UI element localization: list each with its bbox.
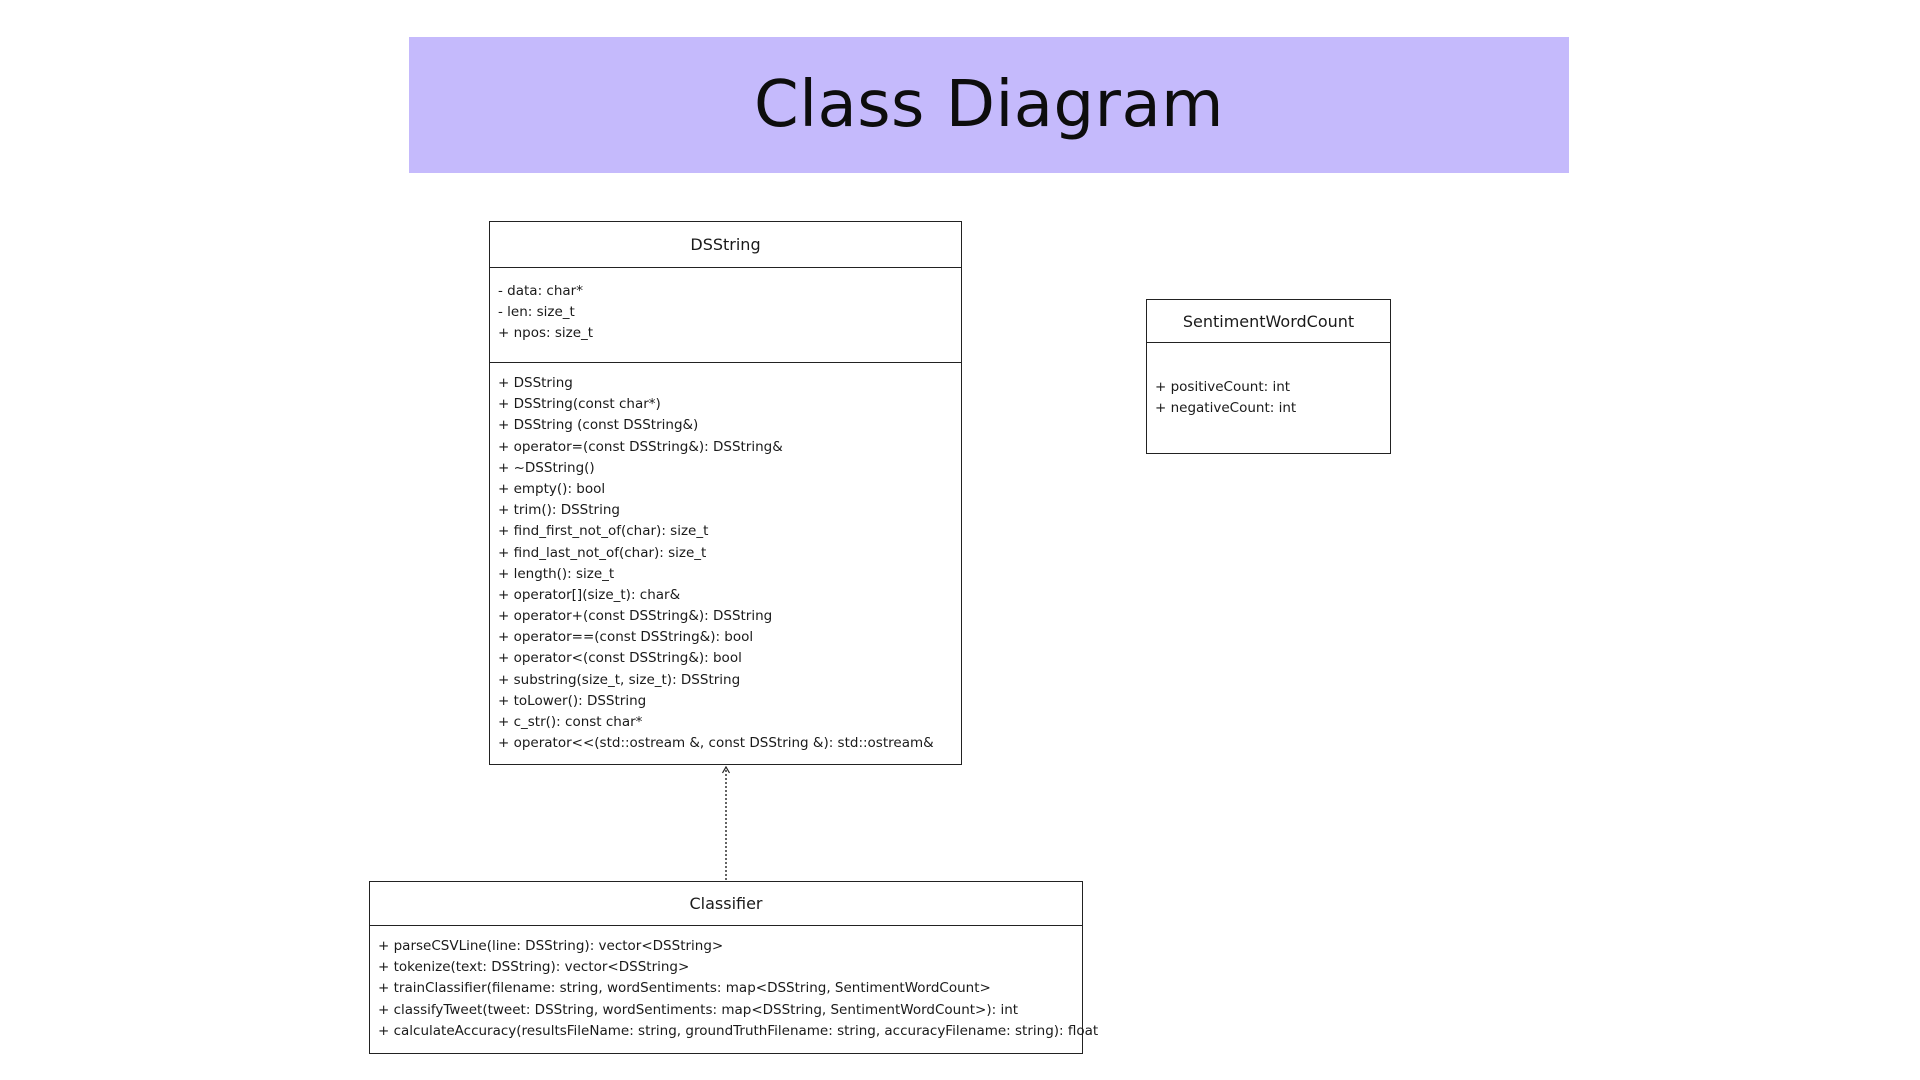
method: + trim(): DSString <box>498 502 620 519</box>
attribute: + negativeCount: int <box>1155 400 1297 417</box>
method: + operator<(const DSString&): bool <box>498 650 742 667</box>
method: + substring(size_t, size_t): DSString <box>498 671 741 688</box>
class-dsstring-name: DSString <box>490 222 961 268</box>
method: + trainClassifier(filename: string, word… <box>378 980 991 997</box>
class-classifier-methods: + parseCSVLine(line: DSString): vector<D… <box>370 926 1099 1042</box>
arrowhead <box>721 765 731 774</box>
attribute: - len: size_t <box>498 304 575 321</box>
attribute: + npos: size_t <box>498 325 594 342</box>
method: + DSString(const char*) <box>498 396 661 413</box>
class-dsstring: DSString - data: char* - len: size_t + n… <box>489 221 962 765</box>
method: + operator[](size_t): char& <box>498 586 681 603</box>
method: + tokenize(text: DSString): vector<DSStr… <box>378 959 690 976</box>
method: + length(): size_t <box>498 565 615 582</box>
method: + ~DSString() <box>498 459 595 476</box>
class-classifier-name: Classifier <box>370 882 1082 926</box>
class-classifier: Classifier + parseCSVLine(line: DSString… <box>369 881 1099 1054</box>
method: + c_str(): const char* <box>498 714 643 730</box>
method: + operator==(const DSString&): bool <box>498 629 754 646</box>
method: + DSString <box>498 375 573 391</box>
method: + operator=(const DSString&): DSString& <box>498 438 783 455</box>
method: + calculateAccuracy(resultsFileName: str… <box>378 1022 1099 1039</box>
method: + parseCSVLine(line: DSString): vector<D… <box>378 938 724 954</box>
method: + empty(): bool <box>498 480 606 497</box>
method: + toLower(): DSString <box>498 692 647 709</box>
attribute: - data: char* <box>498 283 583 299</box>
class-sentimentwordcount-name: SentimentWordCount <box>1147 300 1390 343</box>
class-sentimentwordcount: SentimentWordCount + positiveCount: int … <box>1146 299 1391 454</box>
title-banner: Class Diagram <box>409 37 1569 173</box>
method: + classifyTweet(tweet: DSString, wordSen… <box>378 1001 1019 1018</box>
method: + find_last_not_of(char): size_t <box>498 544 707 561</box>
method: + operator+(const DSString&): DSString <box>498 608 773 625</box>
class-dsstring-attributes: - data: char* - len: size_t + npos: size… <box>490 268 961 363</box>
method: + DSString (const DSString&) <box>498 417 699 434</box>
class-dsstring-methods: + DSString + DSString(const char*) + DSS… <box>490 363 961 754</box>
method: + operator<<(std::ostream &, const DSStr… <box>498 735 934 752</box>
class-sentimentwordcount-attributes: + positiveCount: int + negativeCount: in… <box>1147 343 1390 419</box>
attribute: + positiveCount: int <box>1155 379 1291 395</box>
method: + find_first_not_of(char): size_t <box>498 523 709 540</box>
diagram-title: Class Diagram <box>754 68 1224 142</box>
